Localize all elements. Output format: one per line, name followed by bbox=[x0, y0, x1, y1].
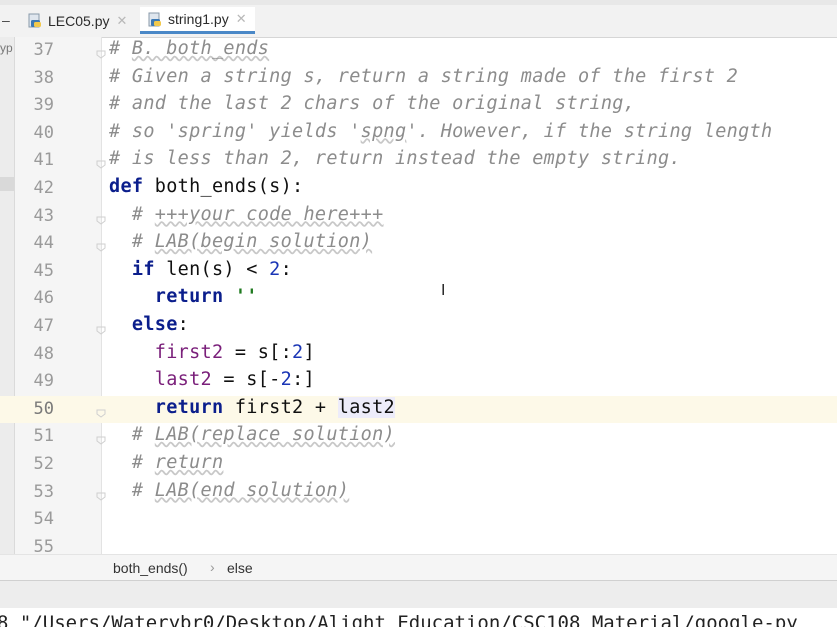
close-icon[interactable]: ✕ bbox=[116, 13, 127, 29]
code-text: def both_ends(s): bbox=[109, 176, 304, 197]
code-text: else: bbox=[131, 314, 190, 335]
tab-lec05[interactable]: LEC05.py ✕ bbox=[28, 7, 127, 34]
code-text: # LAB(end solution) bbox=[131, 479, 350, 501]
fold-marker-icon[interactable] bbox=[96, 44, 106, 59]
code-text: # return bbox=[131, 452, 224, 473]
line-number: 37 bbox=[33, 40, 54, 60]
tab-label: string1.py bbox=[168, 11, 229, 27]
fold-marker-icon[interactable] bbox=[96, 486, 106, 501]
collapse-icon[interactable]: – bbox=[2, 12, 10, 28]
line-number: 49 bbox=[33, 371, 54, 392]
breadcrumb-block[interactable]: else bbox=[227, 560, 253, 576]
line-number: 54 bbox=[33, 509, 54, 530]
code-text: # Given a string s, return a string made… bbox=[109, 65, 739, 87]
line-number: 46 bbox=[33, 288, 54, 309]
code-line[interactable]: 44 # LAB(begin solution) bbox=[0, 230, 837, 257]
line-number: 40 bbox=[33, 122, 54, 143]
line-number: 43 bbox=[33, 205, 54, 226]
code-text: if len(s) < 2: bbox=[131, 258, 293, 280]
code-text: # so 'spring' yields 'spng'. However, if… bbox=[109, 120, 773, 142]
code-text: # and the last 2 chars of the original s… bbox=[109, 93, 636, 115]
tab-bar-top-line bbox=[0, 0, 837, 5]
code-text: return first2 + last2 bbox=[154, 396, 395, 418]
code-line[interactable]: 48 first2 = s[:2] bbox=[0, 341, 837, 368]
code-line[interactable]: 37 # B. both_ends bbox=[0, 37, 837, 64]
fold-marker-icon[interactable] bbox=[96, 430, 106, 446]
code-text: # LAB(replace solution) bbox=[131, 424, 395, 446]
line-number: 42 bbox=[33, 178, 54, 198]
code-text: last2 = s[-2:] bbox=[154, 369, 315, 391]
line-number: 39 bbox=[33, 95, 54, 116]
line-number: 51 bbox=[33, 426, 54, 447]
fold-marker-icon[interactable] bbox=[96, 320, 106, 335]
code-editor[interactable]: 37 # B. both_ends 38 # Given a string s, re… bbox=[0, 37, 837, 557]
line-number: 45 bbox=[33, 260, 54, 281]
code-text: # LAB(begin solution) bbox=[131, 231, 373, 253]
tab-string1[interactable]: string1.py ✕ bbox=[140, 7, 255, 34]
close-icon[interactable]: ✕ bbox=[236, 11, 247, 27]
code-line[interactable]: 49 last2 = s[-2:] bbox=[0, 368, 837, 395]
breadcrumb: both_ends() › else bbox=[0, 554, 837, 581]
code-text: first2 = s[:2] bbox=[154, 341, 315, 363]
line-number: 52 bbox=[33, 454, 54, 474]
code-text: return '' bbox=[154, 286, 258, 308]
line-number: 48 bbox=[33, 343, 54, 364]
code-line[interactable]: 42 def both_ends(s): bbox=[0, 175, 837, 202]
line-number: 41 bbox=[33, 150, 54, 171]
console-output-line: 8 "/Users/Waterybr0/Desktop/Alight Educa… bbox=[0, 612, 798, 627]
breadcrumb-function[interactable]: both_ends() bbox=[113, 560, 188, 576]
code-line[interactable]: 46 return '' bbox=[0, 285, 837, 312]
code-line[interactable]: 45 if len(s) < 2: bbox=[0, 258, 837, 285]
text-cursor-icon: I bbox=[441, 281, 446, 299]
fold-marker-icon[interactable] bbox=[96, 154, 106, 170]
code-line[interactable]: 54 bbox=[0, 506, 837, 533]
run-console[interactable]: 8 "/Users/Waterybr0/Desktop/Alight Educa… bbox=[0, 608, 837, 627]
code-line[interactable]: 53 # LAB(end solution) bbox=[0, 479, 837, 506]
python-file-icon bbox=[148, 12, 162, 27]
code-line[interactable]: 41 # is less than 2, return instead the e… bbox=[0, 147, 837, 174]
code-line[interactable]: 38 # Given a string s, return a string ma… bbox=[0, 65, 837, 92]
code-line[interactable]: 51 # LAB(replace solution) bbox=[0, 423, 837, 450]
code-text: # B. both_ends bbox=[109, 38, 270, 59]
panel-divider[interactable] bbox=[0, 580, 837, 609]
python-file-icon bbox=[28, 13, 42, 28]
code-line[interactable]: 50 return first2 + last2 bbox=[0, 395, 837, 423]
line-number: 44 bbox=[33, 233, 54, 254]
fold-marker-icon[interactable] bbox=[96, 237, 106, 252]
code-line[interactable]: 39 # and the last 2 chars of the original… bbox=[0, 92, 837, 119]
code-line[interactable]: 47 else: bbox=[0, 313, 837, 340]
code-line[interactable]: 43 # +++your code here+++ bbox=[0, 203, 837, 230]
code-line[interactable]: 52 # return bbox=[0, 451, 837, 478]
editor-tab-bar: – LEC05.py ✕ string1.py ✕ bbox=[0, 0, 837, 38]
line-number: 47 bbox=[33, 316, 54, 336]
code-line[interactable]: 40 # so 'spring' yields 'spng'. However, … bbox=[0, 120, 837, 147]
code-text: # is less than 2, return instead the emp… bbox=[109, 148, 681, 170]
fold-marker-icon[interactable] bbox=[96, 210, 106, 225]
code-text: # +++your code here+++ bbox=[131, 203, 384, 225]
line-number: 50 bbox=[33, 398, 54, 419]
tab-label: LEC05.py bbox=[48, 12, 110, 29]
line-number: 53 bbox=[33, 481, 54, 502]
line-number: 38 bbox=[33, 67, 54, 88]
breadcrumb-separator-icon: › bbox=[210, 559, 215, 575]
fold-marker-icon[interactable] bbox=[96, 403, 106, 418]
